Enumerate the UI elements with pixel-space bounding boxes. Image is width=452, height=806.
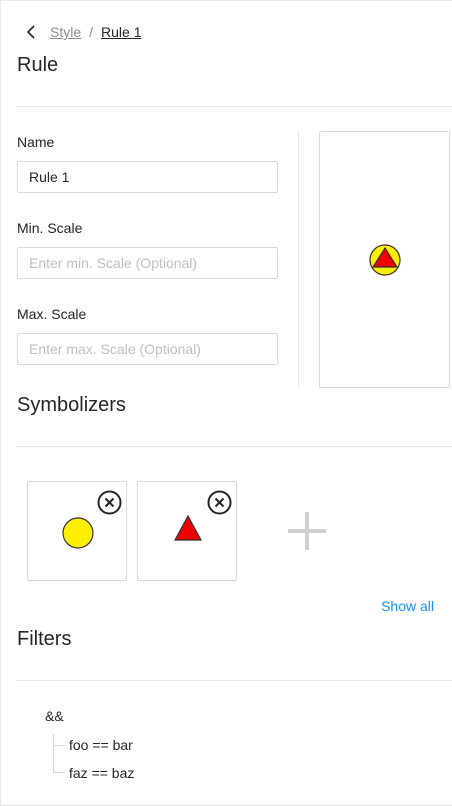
symbolizer-card-circle[interactable] <box>27 481 127 581</box>
breadcrumb: Style / Rule 1 <box>26 22 141 42</box>
max-scale-field[interactable] <box>17 333 278 365</box>
show-all-link[interactable]: Show all <box>381 598 434 614</box>
vertical-divider <box>298 131 299 387</box>
max-scale-label: Max. Scale <box>17 306 87 322</box>
min-scale-label: Min. Scale <box>17 220 83 236</box>
filter-condition-node[interactable]: foo == bar <box>69 737 133 753</box>
symbolizers-title: Symbolizers <box>17 394 126 416</box>
filters-title: Filters <box>17 628 72 650</box>
min-scale-field[interactable] <box>17 247 278 279</box>
page-title: Rule <box>17 54 59 76</box>
tree-connector <box>53 734 54 772</box>
breadcrumb-current-rule[interactable]: Rule 1 <box>101 24 141 40</box>
section-divider <box>17 106 452 107</box>
breadcrumb-style-link[interactable]: Style <box>50 24 81 40</box>
add-symbolizer-icon[interactable] <box>286 510 328 552</box>
section-divider <box>17 446 452 447</box>
name-field[interactable] <box>17 161 278 193</box>
tree-connector <box>53 772 65 773</box>
chevron-left-icon[interactable] <box>26 22 40 42</box>
filter-condition-node[interactable]: faz == baz <box>69 765 134 781</box>
filter-operator-node[interactable]: && <box>45 708 64 724</box>
circle-symbol-icon <box>62 517 94 549</box>
remove-symbolizer-icon[interactable] <box>97 490 122 515</box>
preview-symbol-icon <box>369 244 401 276</box>
name-label: Name <box>17 134 55 150</box>
tree-connector <box>53 745 65 746</box>
triangle-symbol-icon <box>173 514 203 541</box>
rule-preview-map[interactable] <box>319 131 450 388</box>
symbolizer-card-triangle[interactable] <box>137 481 237 581</box>
breadcrumb-separator: / <box>89 24 94 40</box>
section-divider <box>17 680 452 681</box>
remove-symbolizer-icon[interactable] <box>207 490 232 515</box>
